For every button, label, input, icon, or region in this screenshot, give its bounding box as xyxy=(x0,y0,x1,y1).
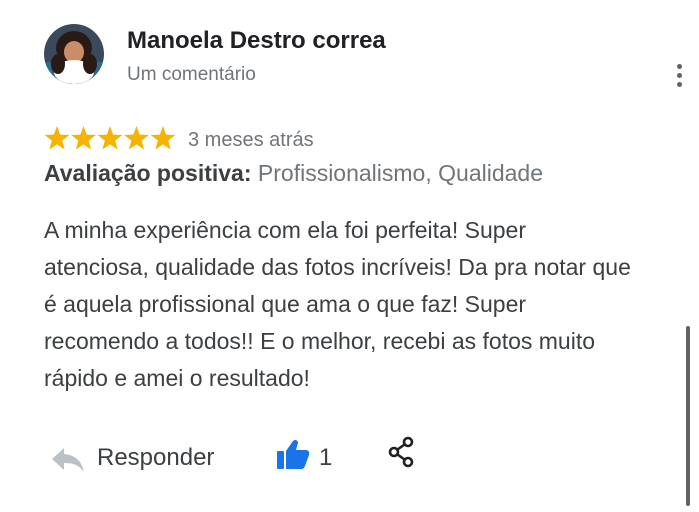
thumbs-up-icon xyxy=(277,439,310,469)
star-rating xyxy=(44,126,176,150)
star-icon xyxy=(124,126,149,150)
star-icon xyxy=(97,126,123,150)
tags-label: Avaliação positiva: xyxy=(44,160,252,186)
reply-label: Responder xyxy=(97,444,215,471)
like-count: 1 xyxy=(319,444,333,471)
author-review-count: Um comentário xyxy=(127,64,256,85)
review-tags: Avaliação positiva: Profissionalismo, Qu… xyxy=(44,160,543,187)
review-card: Manoela Destro correa Um comentário 3 me… xyxy=(0,0,699,512)
author-avatar[interactable] xyxy=(44,24,104,84)
review-actions: Responder 1 xyxy=(44,432,464,482)
star-icon xyxy=(150,126,176,150)
scrollbar[interactable] xyxy=(686,326,690,506)
star-icon xyxy=(44,126,70,150)
more-vert-icon[interactable] xyxy=(674,64,684,94)
avatar-image xyxy=(44,24,104,84)
star-icon xyxy=(71,126,96,150)
review-time: 3 meses atrás xyxy=(188,129,314,151)
review-text: A minha experiência com ela foi perfeita… xyxy=(44,217,631,391)
tags-value: Profissionalismo, Qualidade xyxy=(257,160,543,186)
review-header: Manoela Destro correa Um comentário xyxy=(44,24,682,88)
share-icon xyxy=(388,436,414,468)
like-button[interactable]: 1 xyxy=(276,438,346,474)
reply-arrow-icon xyxy=(52,448,84,472)
share-button[interactable] xyxy=(386,436,416,468)
author-name[interactable]: Manoela Destro correa xyxy=(127,27,386,55)
